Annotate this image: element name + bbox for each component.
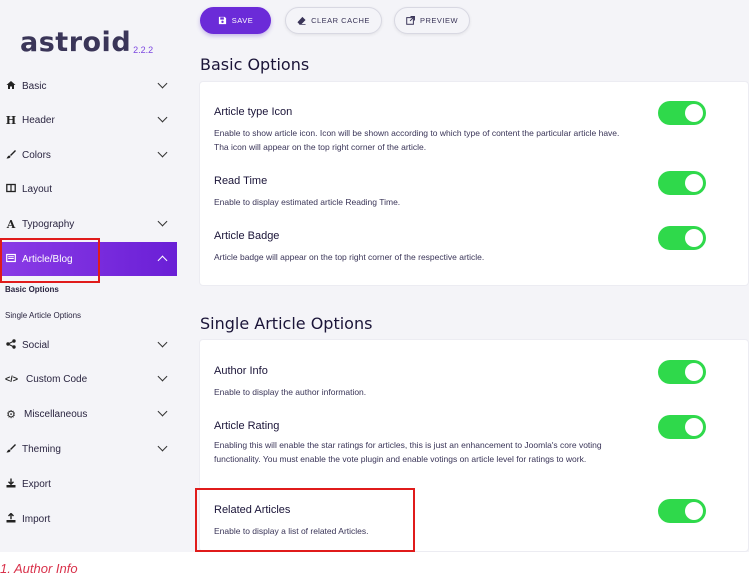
option-title: Read Time	[214, 175, 268, 187]
option-title: Article Rating	[214, 420, 280, 432]
sidebar-item-label: Theming	[22, 443, 61, 455]
sidebar-item-miscellaneous[interactable]: ⚙ Miscellaneous	[0, 397, 177, 431]
toggle-article-type-icon[interactable]	[658, 101, 706, 125]
section-title-basic-options: Basic Options	[200, 55, 310, 74]
save-label: SAVE	[231, 16, 254, 25]
option-description: Enable to display a list of related Arti…	[214, 526, 369, 536]
sidebar-item-label: Article/Blog	[22, 253, 73, 265]
clear-cache-label: CLEAR CACHE	[311, 16, 370, 25]
sidebar-item-import[interactable]: Import	[0, 502, 177, 536]
toolbar: SAVE CLEAR CACHE PREVIEW	[177, 0, 749, 44]
sidebar-item-colors[interactable]: Colors	[0, 138, 177, 172]
option-title: Article Badge	[214, 230, 280, 242]
upload-icon	[5, 512, 17, 526]
chevron-down-icon	[157, 406, 168, 417]
sidebar-item-article-blog[interactable]: Article/Blog	[0, 242, 177, 276]
option-description: Enable to display estimated article Read…	[214, 197, 401, 207]
sidebar-item-custom-code[interactable]: </> Custom Code	[0, 362, 177, 396]
option-description: Article badge will appear on the top rig…	[214, 252, 485, 262]
section-title-single-article-options: Single Article Options	[200, 314, 373, 333]
sidebar-item-label: Import	[22, 513, 51, 525]
heading-icon: H	[5, 113, 17, 127]
cogs-icon: ⚙	[6, 408, 16, 421]
code-icon: </>	[5, 374, 19, 384]
chevron-up-icon	[157, 255, 168, 266]
toggle-article-badge[interactable]	[658, 226, 706, 250]
logo-version: 2.2.2	[133, 45, 154, 55]
logo-text: astroid	[20, 27, 132, 58]
card-single-article-options: Author Info Enable to display the author…	[199, 339, 749, 552]
save-icon	[218, 16, 226, 25]
option-title: Related Articles	[214, 504, 291, 516]
option-description: Enable to display the author information…	[214, 387, 367, 397]
clear-cache-button[interactable]: CLEAR CACHE	[285, 7, 382, 34]
sidebar-item-layout[interactable]: Layout	[0, 172, 177, 206]
sidebar-item-label: Export	[22, 478, 51, 490]
logo: astroid 2.2.2	[20, 16, 153, 56]
external-link-icon	[406, 16, 415, 25]
toggle-read-time[interactable]	[658, 171, 706, 195]
typography-icon: A	[6, 217, 16, 231]
home-icon	[5, 80, 17, 93]
sidebar-item-label: Typography	[22, 218, 75, 230]
chevron-down-icon	[157, 337, 168, 348]
article-icon	[5, 253, 17, 266]
brush-icon	[5, 149, 17, 162]
sidebar-subitem-basic-options[interactable]: Basic Options	[5, 285, 59, 294]
toggle-knob	[685, 418, 703, 436]
save-button[interactable]: SAVE	[200, 7, 271, 34]
option-title: Article type Icon	[214, 106, 293, 118]
toggle-knob	[685, 174, 703, 192]
sidebar-item-label: Miscellaneous	[24, 408, 88, 420]
sidebar-item-label: Custom Code	[26, 373, 88, 385]
sidebar-item-label: Social	[22, 339, 50, 351]
option-title: Author Info	[214, 365, 268, 377]
toggle-author-info[interactable]	[658, 360, 706, 384]
toggle-knob	[685, 502, 703, 520]
sidebar-item-basic[interactable]: Basic	[0, 69, 177, 103]
sidebar-item-social[interactable]: Social	[0, 328, 177, 362]
chevron-down-icon	[157, 371, 168, 382]
sidebar-item-label: Header	[22, 114, 55, 126]
layout-icon	[5, 183, 17, 196]
card-basic-options: Article type Icon Enable to show article…	[199, 81, 749, 286]
toggle-article-rating[interactable]	[658, 415, 706, 439]
sidebar-item-export[interactable]: Export	[0, 467, 177, 501]
sidebar-item-label: Layout	[22, 183, 53, 195]
preview-label: PREVIEW	[419, 16, 459, 25]
sidebar-item-label: Colors	[22, 149, 51, 161]
sidebar-item-theming[interactable]: Theming	[0, 432, 177, 466]
sidebar: astroid 2.2.2 Basic H Header Colors Layo…	[0, 0, 177, 552]
caption-text: 1. Author Info	[0, 561, 78, 576]
toggle-knob	[685, 229, 703, 247]
chevron-down-icon	[157, 147, 168, 158]
preview-button[interactable]: PREVIEW	[394, 7, 470, 34]
chevron-down-icon	[157, 78, 168, 89]
main-content: Basic Options Article type Icon Enable t…	[177, 44, 749, 552]
toggle-knob	[685, 363, 703, 381]
option-description: Enabling this will enable the star ratin…	[214, 440, 602, 464]
option-description: Enable to show article icon. Icon will b…	[214, 128, 620, 152]
toggle-related-articles[interactable]	[658, 499, 706, 523]
chevron-down-icon	[157, 112, 168, 123]
eraser-icon	[297, 16, 306, 25]
sidebar-item-typography[interactable]: A Typography	[0, 207, 177, 241]
share-icon	[5, 338, 17, 352]
chevron-down-icon	[157, 216, 168, 227]
chevron-down-icon	[157, 441, 168, 452]
brush-icon	[5, 443, 17, 456]
sidebar-item-header[interactable]: H Header	[0, 103, 177, 137]
toggle-knob	[685, 104, 703, 122]
sidebar-subitem-single-article-options[interactable]: Single Article Options	[5, 311, 81, 320]
download-icon	[5, 478, 17, 491]
sidebar-item-label: Basic	[22, 80, 47, 92]
